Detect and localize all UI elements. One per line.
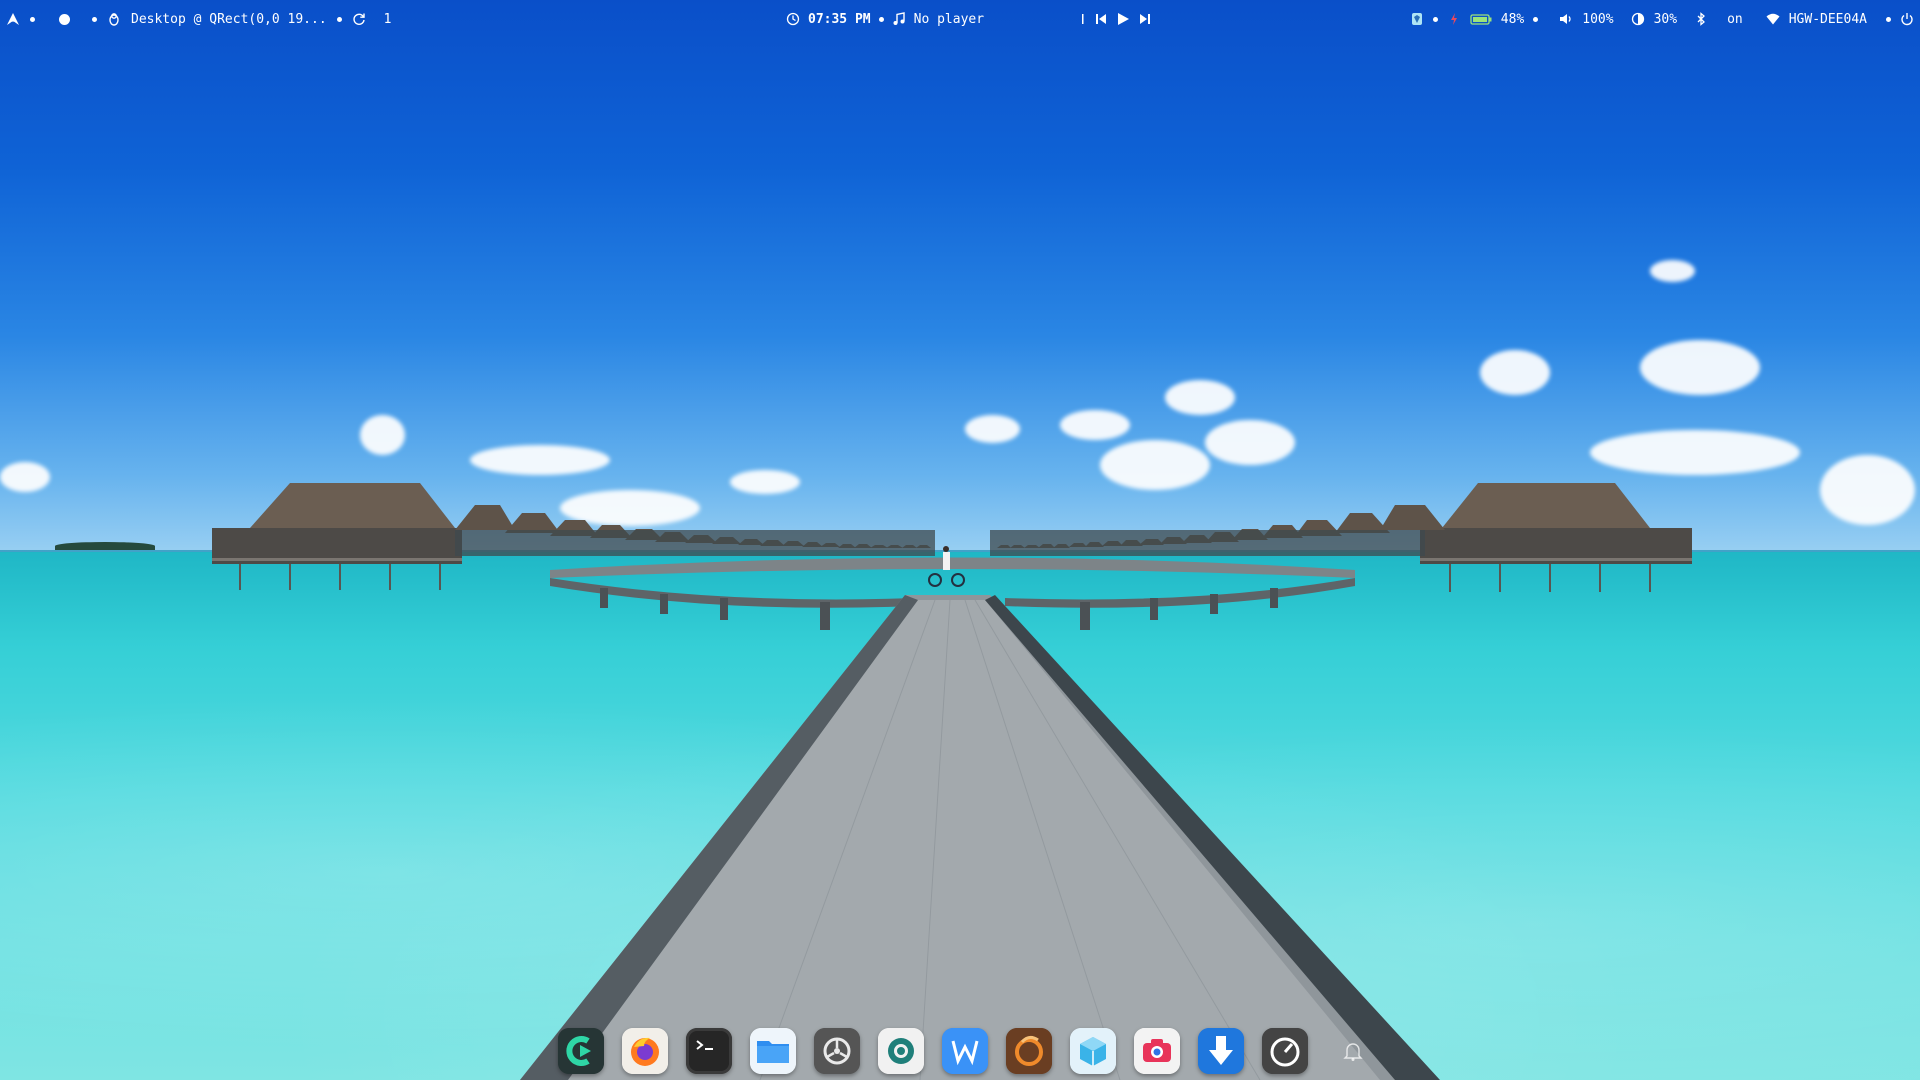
power-icon[interactable]: [1900, 12, 1914, 26]
broom-icon[interactable]: [1006, 1028, 1052, 1074]
separator-dot: [30, 16, 35, 22]
w-icon[interactable]: [942, 1028, 988, 1074]
firefox-icon[interactable]: [622, 1028, 668, 1074]
next-track-icon[interactable]: [1138, 12, 1152, 26]
wooden-jetty: [520, 595, 1440, 1080]
bell-icon[interactable]: [1338, 1036, 1368, 1066]
top-panel: Desktop @ QRect(0,0 19... 1 07:35 PM No …: [0, 0, 1920, 38]
cloud: [1060, 410, 1130, 440]
cloud: [965, 415, 1020, 443]
panel-right-section: 48% 100% 30% on HGW-DEE04A: [1410, 0, 1914, 38]
brightness-percent: 30%: [1653, 11, 1678, 27]
separator-dot: [1533, 16, 1539, 22]
clock-icon: [786, 12, 800, 26]
gear-green-icon[interactable]: [878, 1028, 924, 1074]
cloud: [1640, 340, 1760, 395]
workspace-count: 1: [383, 11, 392, 27]
arch-logo-icon[interactable]: [6, 12, 20, 26]
cloud: [1650, 260, 1695, 282]
cloud: [1590, 430, 1800, 475]
bluetooth-status: on: [1727, 11, 1743, 27]
gauge-icon[interactable]: [1262, 1028, 1308, 1074]
cube-icon[interactable]: [1070, 1028, 1116, 1074]
application-dock: [552, 1025, 1368, 1077]
terminal-icon[interactable]: [686, 1028, 732, 1074]
media-divider-icon: [1080, 12, 1086, 26]
linux-tux-icon: [107, 12, 121, 26]
battery-icon[interactable]: [1470, 12, 1492, 26]
play-icon[interactable]: [1116, 12, 1130, 26]
brightness-icon[interactable]: [1631, 12, 1645, 26]
cloud: [1165, 380, 1235, 415]
cloud: [1480, 350, 1550, 395]
gear-icon[interactable]: [814, 1028, 860, 1074]
refresh-icon[interactable]: [352, 12, 366, 26]
previous-track-icon[interactable]: [1094, 12, 1108, 26]
separator-dot: [1432, 16, 1438, 22]
separator-dot: [336, 16, 342, 22]
download-icon[interactable]: [1198, 1028, 1244, 1074]
separator-dot: [878, 16, 884, 22]
separator-dot: [1886, 16, 1891, 22]
wifi-network-name: HGW-DEE04A: [1788, 11, 1867, 27]
separator-dot: [92, 16, 97, 22]
wifi-icon[interactable]: [1766, 12, 1780, 26]
folder-icon[interactable]: [750, 1028, 796, 1074]
battery-percent: 48%: [1500, 11, 1525, 27]
clock-time[interactable]: 07:35 PM: [808, 12, 871, 27]
volume-percent: 100%: [1582, 11, 1614, 27]
panel-center-section: 07:35 PM No player: [786, 0, 1152, 38]
shield-icon[interactable]: [1410, 12, 1424, 26]
power-plug-icon[interactable]: [1447, 12, 1461, 26]
media-player-status: No player: [913, 11, 985, 27]
bluetooth-icon[interactable]: [1694, 12, 1708, 26]
cloud: [1205, 420, 1295, 465]
cursor-app-icon[interactable]: [558, 1028, 604, 1074]
desktop-wallpaper: [0, 0, 1920, 1080]
camera-icon[interactable]: [1134, 1028, 1180, 1074]
active-window-title: Desktop @ QRect(0,0 19...: [131, 11, 327, 27]
volume-icon[interactable]: [1559, 12, 1573, 26]
workspace-indicator-active[interactable]: [59, 13, 70, 25]
cloud: [360, 415, 405, 455]
panel-left-section: Desktop @ QRect(0,0 19... 1: [6, 0, 392, 38]
music-note-icon: [892, 12, 906, 26]
